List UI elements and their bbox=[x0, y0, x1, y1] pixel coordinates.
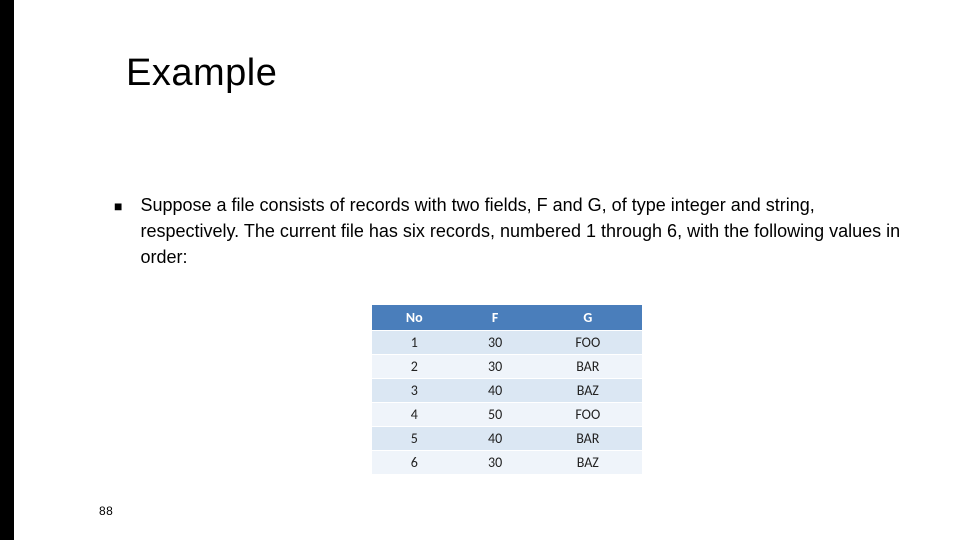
cell-f: 50 bbox=[457, 403, 534, 427]
col-header-no: No bbox=[372, 305, 457, 331]
cell-f: 30 bbox=[457, 355, 534, 379]
cell-f: 30 bbox=[457, 451, 534, 475]
cell-g: BAR bbox=[534, 355, 642, 379]
cell-g: BAR bbox=[534, 427, 642, 451]
cell-f: 40 bbox=[457, 379, 534, 403]
slide-title: Example bbox=[126, 52, 277, 95]
col-header-g: G bbox=[534, 305, 642, 331]
cell-f: 40 bbox=[457, 427, 534, 451]
records-table-wrap: No F G 1 30 FOO 2 30 BAR 3 40 bbox=[372, 305, 642, 474]
cell-g: BAZ bbox=[534, 451, 642, 475]
table-row: 1 30 FOO bbox=[372, 331, 642, 355]
cell-g: FOO bbox=[534, 331, 642, 355]
page-number: 88 bbox=[99, 504, 113, 518]
cell-f: 30 bbox=[457, 331, 534, 355]
bullet-item: ■ Suppose a file consists of records wit… bbox=[114, 192, 910, 270]
cell-no: 1 bbox=[372, 331, 457, 355]
bullet-text: Suppose a file consists of records with … bbox=[140, 192, 910, 270]
cell-g: BAZ bbox=[534, 379, 642, 403]
table-header-row: No F G bbox=[372, 305, 642, 331]
table-row: 6 30 BAZ bbox=[372, 451, 642, 475]
records-table: No F G 1 30 FOO 2 30 BAR 3 40 bbox=[372, 305, 642, 474]
cell-no: 5 bbox=[372, 427, 457, 451]
cell-no: 2 bbox=[372, 355, 457, 379]
col-header-f: F bbox=[457, 305, 534, 331]
table-row: 5 40 BAR bbox=[372, 427, 642, 451]
table-row: 3 40 BAZ bbox=[372, 379, 642, 403]
cell-g: FOO bbox=[534, 403, 642, 427]
cell-no: 6 bbox=[372, 451, 457, 475]
square-bullet-icon: ■ bbox=[114, 194, 122, 218]
table-row: 4 50 FOO bbox=[372, 403, 642, 427]
slide: Example ■ Suppose a file consists of rec… bbox=[0, 0, 960, 540]
cell-no: 3 bbox=[372, 379, 457, 403]
cell-no: 4 bbox=[372, 403, 457, 427]
table-row: 2 30 BAR bbox=[372, 355, 642, 379]
